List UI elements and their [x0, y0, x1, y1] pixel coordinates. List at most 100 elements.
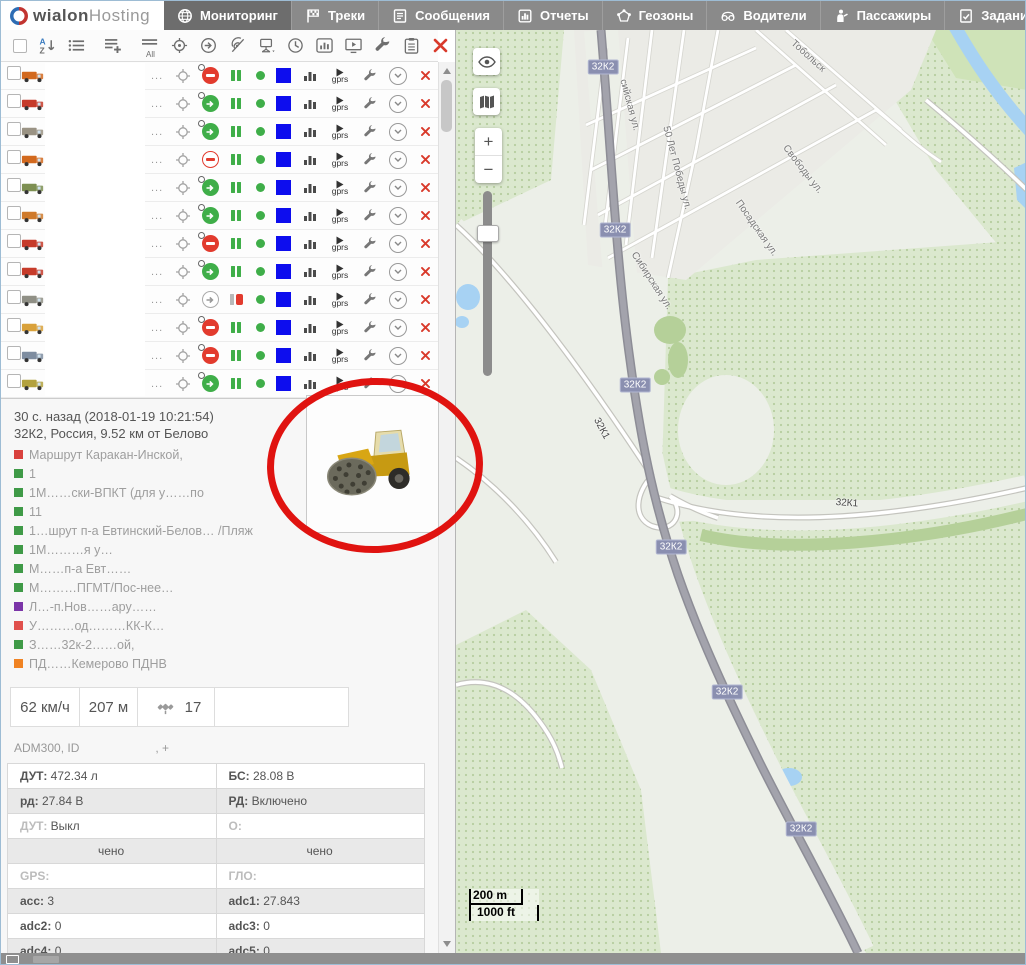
- show-all-icon[interactable]: All: [142, 34, 159, 58]
- unit-properties-wrench-icon[interactable]: [356, 69, 384, 83]
- unit-checkbox[interactable]: [1, 150, 21, 169]
- gprs-command-icon[interactable]: gprs: [324, 97, 356, 111]
- zoom-out-button[interactable]: −: [475, 156, 502, 183]
- unit-checkbox[interactable]: [1, 94, 21, 113]
- expand-circle-icon[interactable]: [384, 179, 412, 197]
- unit-checkbox[interactable]: [1, 346, 21, 365]
- unit-properties-wrench-icon[interactable]: [356, 97, 384, 111]
- expand-circle-icon[interactable]: [384, 319, 412, 337]
- tab-Задания[interactable]: Задания: [945, 1, 1026, 30]
- expand-circle-icon[interactable]: [384, 151, 412, 169]
- remove-x-icon[interactable]: [412, 294, 438, 305]
- locate-crosshair-icon[interactable]: [170, 348, 196, 364]
- wrench-icon[interactable]: [374, 37, 391, 54]
- unit-checkbox[interactable]: [1, 206, 21, 225]
- unit-properties-wrench-icon[interactable]: [356, 237, 384, 251]
- unit-checkbox[interactable]: [1, 122, 21, 141]
- expand-circle-icon[interactable]: [384, 207, 412, 225]
- unit-properties-wrench-icon[interactable]: [356, 153, 384, 167]
- track-color-square[interactable]: [270, 348, 296, 363]
- unit-checkbox[interactable]: [1, 290, 21, 309]
- locate-crosshair-icon[interactable]: [170, 208, 196, 224]
- locate-crosshair-icon[interactable]: [170, 320, 196, 336]
- tab-Водители[interactable]: Водители: [707, 1, 820, 30]
- unit-properties-wrench-icon[interactable]: [356, 181, 384, 195]
- expand-circle-icon[interactable]: [384, 263, 412, 281]
- remove-x-icon[interactable]: [412, 70, 438, 81]
- expand-circle-icon[interactable]: [384, 95, 412, 113]
- unit-checkbox[interactable]: [1, 318, 21, 337]
- gprs-command-icon[interactable]: gprs: [324, 349, 356, 363]
- gprs-command-icon[interactable]: gprs: [324, 153, 356, 167]
- remove-x-icon[interactable]: [412, 154, 438, 165]
- unit-properties-wrench-icon[interactable]: [356, 209, 384, 223]
- wialon-logo[interactable]: wialonHosting: [1, 1, 164, 30]
- locate-crosshair-icon[interactable]: [170, 292, 196, 308]
- unit-checkbox[interactable]: [1, 262, 21, 281]
- tab-Мониторинг[interactable]: Мониторинг: [164, 1, 292, 30]
- chart-box-icon[interactable]: [316, 37, 333, 54]
- gprs-command-icon[interactable]: gprs: [324, 265, 356, 279]
- graph-icon[interactable]: [296, 294, 324, 306]
- media-icon[interactable]: [345, 37, 362, 54]
- quick-clock-icon[interactable]: [287, 37, 304, 54]
- sort-az-icon[interactable]: AZ: [39, 37, 56, 54]
- graph-icon[interactable]: [296, 210, 324, 222]
- unit-properties-wrench-icon[interactable]: [356, 321, 384, 335]
- unit-properties-wrench-icon[interactable]: [356, 349, 384, 363]
- track-color-square[interactable]: [270, 208, 296, 223]
- target-icon[interactable]: [171, 37, 188, 54]
- remove-x-icon[interactable]: [412, 266, 438, 277]
- map[interactable]: 32К232К232К232К232К232К232К132К1сийская …: [456, 30, 1026, 953]
- expand-circle-icon[interactable]: [384, 235, 412, 253]
- remove-x-icon[interactable]: [412, 182, 438, 193]
- add-list-icon[interactable]: [105, 37, 122, 54]
- unit-properties-wrench-icon[interactable]: [356, 125, 384, 139]
- track-color-square[interactable]: [270, 180, 296, 195]
- follow-icon[interactable]: [200, 37, 217, 54]
- gprs-command-icon[interactable]: gprs: [324, 321, 356, 335]
- remove-x-icon[interactable]: [412, 322, 438, 333]
- graph-icon[interactable]: [296, 322, 324, 334]
- graph-icon[interactable]: [296, 126, 324, 138]
- track-color-square[interactable]: [270, 68, 296, 83]
- graph-icon[interactable]: [296, 98, 324, 110]
- tab-Отчеты[interactable]: Отчеты: [504, 1, 603, 30]
- gprs-command-icon[interactable]: gprs: [324, 69, 356, 83]
- locate-crosshair-icon[interactable]: [170, 376, 196, 392]
- graph-icon[interactable]: [296, 378, 324, 390]
- track-color-square[interactable]: [270, 96, 296, 111]
- graph-icon[interactable]: [296, 70, 324, 82]
- track-color-square[interactable]: [270, 152, 296, 167]
- unit-checkbox[interactable]: [1, 234, 21, 253]
- track-color-square[interactable]: [270, 320, 296, 335]
- expand-circle-icon[interactable]: [384, 123, 412, 141]
- footer-monitor-icon[interactable]: [6, 955, 19, 964]
- satellite-off-icon[interactable]: [229, 37, 246, 54]
- track-color-square[interactable]: [270, 124, 296, 139]
- zoom-slider[interactable]: [483, 191, 492, 376]
- track-color-square[interactable]: [270, 236, 296, 251]
- remove-x-icon[interactable]: [412, 238, 438, 249]
- expand-circle-icon[interactable]: [384, 347, 412, 365]
- unit-checkbox[interactable]: [1, 66, 21, 85]
- scrollbar-thumb[interactable]: [441, 80, 452, 132]
- list-view-icon[interactable]: [68, 37, 85, 54]
- locate-crosshair-icon[interactable]: [170, 96, 196, 112]
- graph-icon[interactable]: [296, 238, 324, 250]
- unit-checkbox[interactable]: [1, 374, 21, 393]
- graph-icon[interactable]: [296, 266, 324, 278]
- gprs-command-icon[interactable]: gprs: [324, 209, 356, 223]
- scroll-down-icon[interactable]: [443, 941, 451, 947]
- expand-circle-icon[interactable]: [384, 291, 412, 309]
- tab-Геозоны[interactable]: Геозоны: [603, 1, 708, 30]
- tab-Сообщения[interactable]: Сообщения: [379, 1, 504, 30]
- track-color-square[interactable]: [270, 264, 296, 279]
- locate-crosshair-icon[interactable]: [170, 180, 196, 196]
- graph-icon[interactable]: [296, 154, 324, 166]
- graph-icon[interactable]: [296, 182, 324, 194]
- expand-circle-icon[interactable]: [384, 67, 412, 85]
- locate-crosshair-icon[interactable]: [170, 124, 196, 140]
- gprs-command-icon[interactable]: gprs: [324, 125, 356, 139]
- unit-properties-wrench-icon[interactable]: [356, 293, 384, 307]
